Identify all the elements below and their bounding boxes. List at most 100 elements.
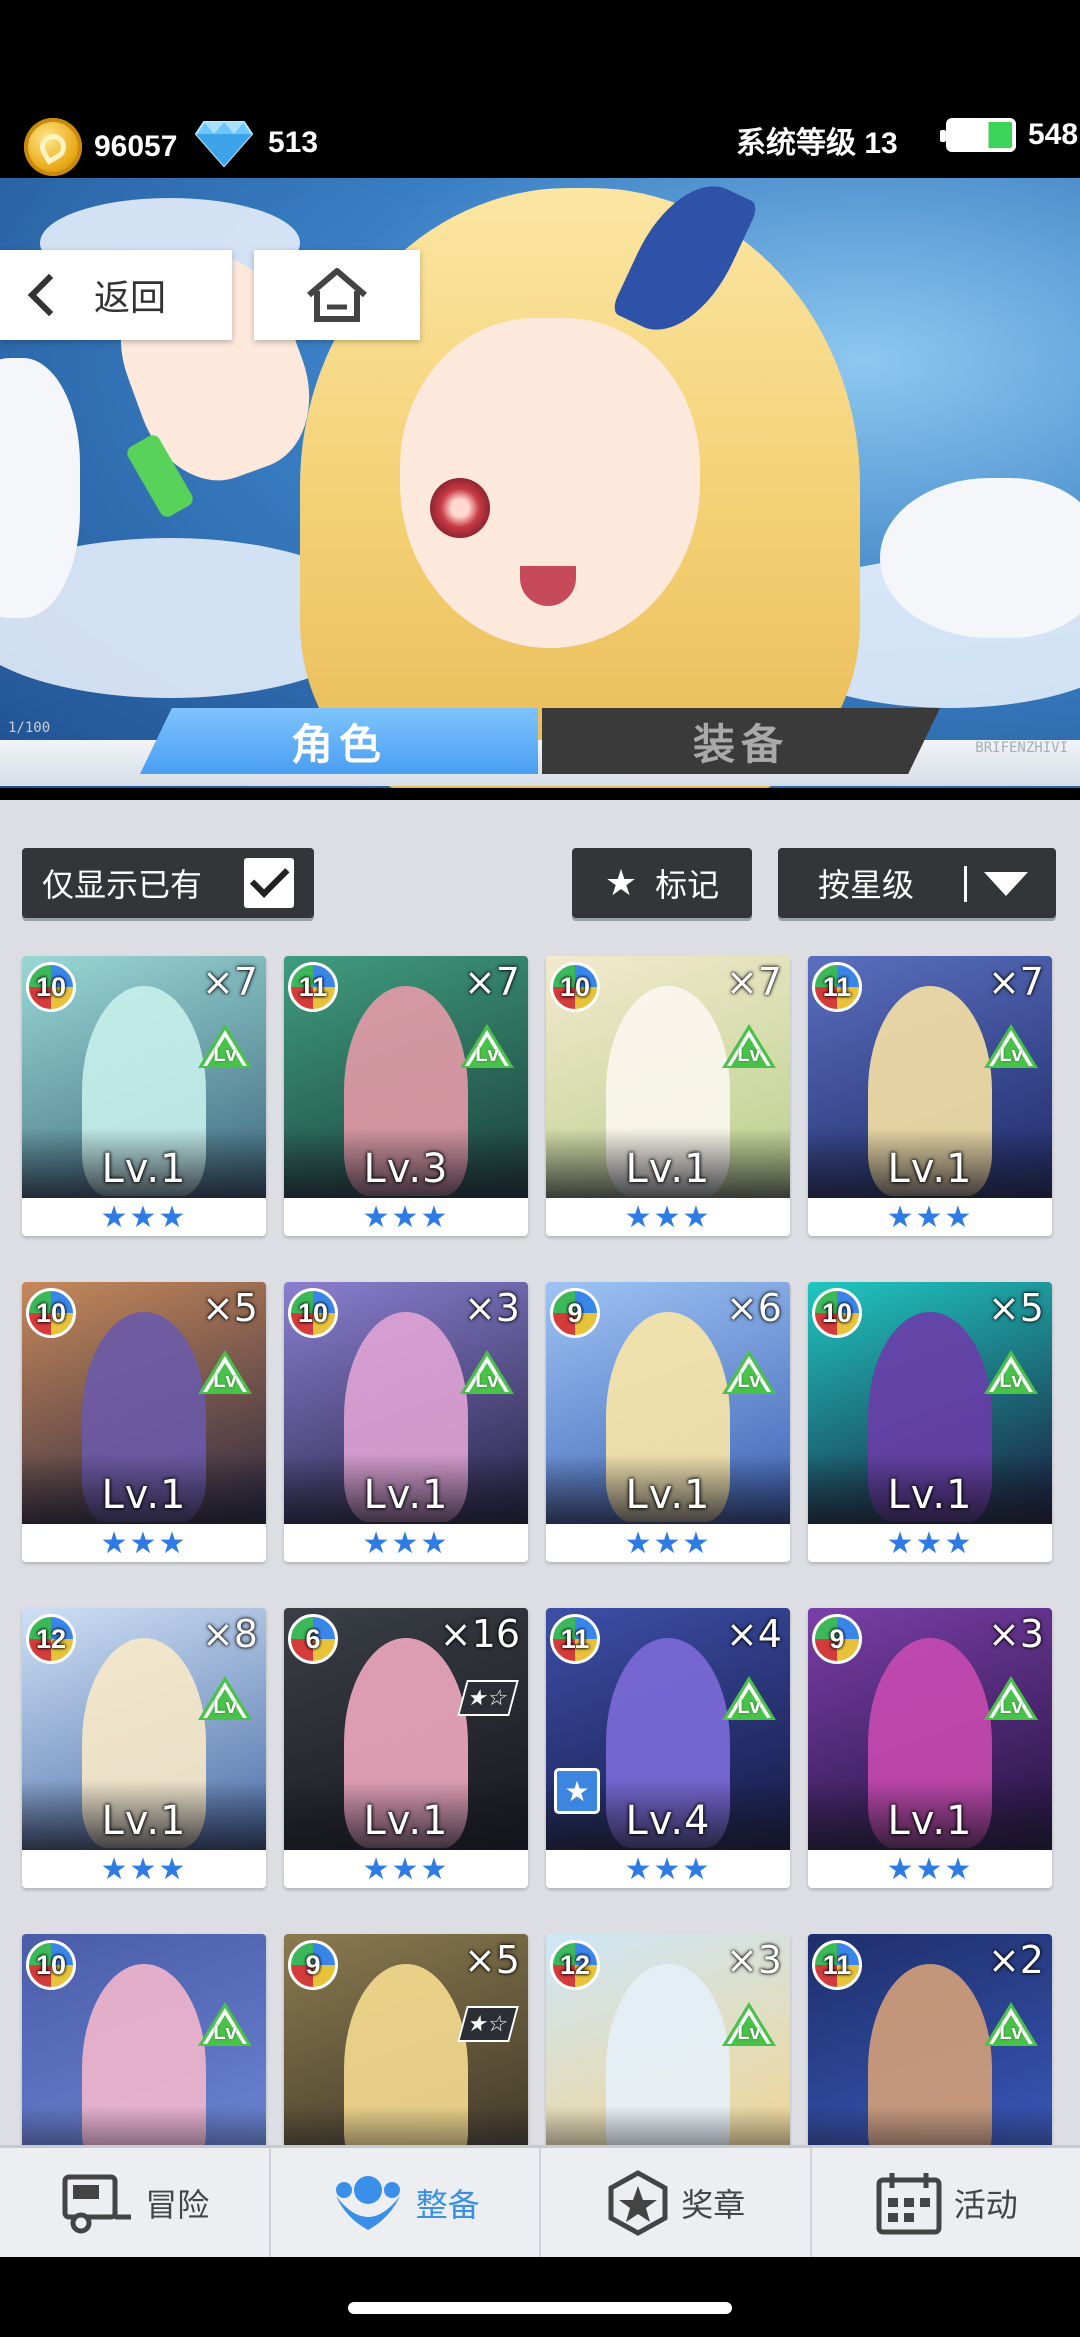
character-card[interactable]: 11 ×2 Lv (808, 1934, 1052, 2145)
character-card[interactable]: 10 ×3 Lv Lv.1 ★★★ (284, 1282, 528, 1562)
rarity-level-badge: 10 (288, 1288, 338, 1338)
nav-events[interactable]: 活动 (812, 2148, 1080, 2257)
gold-coin-icon (24, 118, 82, 176)
level-up-label: Lv (999, 1044, 1023, 1066)
character-card[interactable]: 9 ×5 ★☆ (284, 1934, 528, 2145)
portrait-shade (284, 2106, 528, 2145)
nav-outfit[interactable]: 整备 (271, 2148, 541, 2257)
rarity-level-badge: 10 (26, 962, 76, 1012)
character-card[interactable]: 11 ×7 Lv Lv.1 ★★★ (808, 956, 1052, 1236)
character-card[interactable]: 10 ×5 Lv Lv.1 ★★★ (22, 1282, 266, 1562)
level-up-icon[interactable]: Lv (460, 1350, 514, 1394)
level-up-label: Lv (213, 1696, 237, 1718)
home-indicator[interactable] (348, 2302, 732, 2314)
character-card[interactable]: 10 Lv (22, 1934, 266, 2145)
star-icon: ★ (604, 862, 638, 903)
star-rating: ★★★ (100, 1852, 188, 1886)
card-count: ×5 (463, 1938, 520, 1982)
mark-filter-button[interactable]: ★ 标记 (572, 848, 752, 918)
star-rating: ★★★ (362, 1200, 450, 1234)
status-bar: 96057 513 系统等级 13 548 (0, 0, 1080, 190)
level-up-icon[interactable]: Lv (198, 1024, 252, 1068)
card-count: ×3 (725, 1938, 782, 1982)
card-count: ×2 (987, 1938, 1044, 1982)
rarity-level-badge: 11 (550, 1614, 600, 1664)
character-level: Lv.3 (363, 1146, 449, 1192)
show-owned-toggle[interactable]: 仅显示已有 (22, 848, 314, 918)
gold-display[interactable]: 96057 (24, 118, 177, 176)
character-card[interactable]: 6 ×16 ★☆ Lv.1 ★★★ (284, 1608, 528, 1888)
back-button[interactable]: 返回 (0, 250, 232, 340)
character-card[interactable]: 11 ×4 Lv ★ Lv.4 ★★★ (546, 1608, 790, 1888)
character-card[interactable]: 10 ×7 Lv Lv.1 ★★★ (22, 956, 266, 1236)
show-owned-checkbox[interactable] (244, 858, 294, 908)
level-up-icon[interactable]: Lv (722, 2002, 776, 2046)
star-upgrade-icon[interactable]: ★☆ (457, 1680, 519, 1716)
level-up-icon[interactable]: Lv (722, 1676, 776, 1720)
rarity-level-badge: 11 (812, 1940, 862, 1990)
card-count: ×16 (439, 1612, 520, 1656)
system-level: 系统等级 13 (736, 127, 898, 160)
card-count: ×7 (463, 960, 520, 1004)
level-up-icon[interactable]: Lv (722, 1024, 776, 1068)
character-level: Lv.1 (363, 1472, 449, 1518)
character-level: Lv.1 (625, 1472, 711, 1518)
character-card[interactable]: 10 ×5 Lv Lv.1 ★★★ (808, 1282, 1052, 1562)
star-upgrade-icon[interactable]: ★☆ (457, 2006, 519, 2042)
rarity-level-badge: 9 (288, 1940, 338, 1990)
battery-icon (940, 118, 1016, 152)
character-card[interactable]: 9 ×3 Lv Lv.1 ★★★ (808, 1608, 1052, 1888)
character-eye (430, 478, 490, 538)
level-up-label: Lv (737, 1696, 761, 1718)
level-up-label: Lv (475, 1044, 499, 1066)
nav-medals[interactable]: 奖章 (541, 2148, 812, 2257)
level-up-label: Lv (737, 2022, 761, 2044)
character-list-panel: 仅显示已有 ★ 标记 按星级 10 ×7 Lv Lv.1 ★★★ 11 ×7 Lv Lv.3 ★★… (0, 800, 1080, 2145)
rarity-level-badge: 10 (550, 962, 600, 1012)
show-owned-label: 仅显示已有 (42, 867, 203, 903)
card-count: ×8 (201, 1612, 258, 1656)
card-count: ×7 (987, 960, 1044, 1004)
tab-equipment[interactable]: 装备 (542, 708, 940, 774)
mark-label: 标记 (655, 867, 720, 903)
stamina-display[interactable]: 548 (940, 118, 1078, 152)
character-card[interactable]: 12 ×3 Lv (546, 1934, 790, 2145)
level-up-icon[interactable]: Lv (198, 1676, 252, 1720)
card-count: ×5 (987, 1286, 1044, 1330)
gold-amount: 96057 (94, 130, 178, 163)
right-tag: BRIFENZHIVI (975, 740, 1068, 756)
character-card[interactable]: 9 ×6 Lv Lv.1 ★★★ (546, 1282, 790, 1562)
card-count: ×7 (725, 960, 782, 1004)
gem-display[interactable]: 513 (194, 118, 318, 168)
level-up-icon[interactable]: Lv (984, 2002, 1038, 2046)
character-level: Lv.1 (887, 1146, 973, 1192)
level-up-icon[interactable]: Lv (984, 1676, 1038, 1720)
level-up-icon[interactable]: Lv (984, 1024, 1038, 1068)
star-rating: ★★★ (362, 1526, 450, 1560)
rarity-level-badge: 12 (26, 1614, 76, 1664)
level-up-icon[interactable]: Lv (198, 2002, 252, 2046)
medal-icon (608, 2169, 668, 2236)
truck-icon (62, 2174, 132, 2233)
level-up-label: Lv (475, 1370, 499, 1392)
home-button[interactable] (254, 250, 420, 340)
nav-adventure[interactable]: 冒险 (0, 2148, 271, 2257)
sort-label: 按星级 (818, 867, 915, 903)
level-up-icon[interactable]: Lv (722, 1350, 776, 1394)
character-card[interactable]: 10 ×7 Lv Lv.1 ★★★ (546, 956, 790, 1236)
portrait-shade (22, 2106, 266, 2145)
star-rating: ★★★ (624, 1200, 712, 1234)
sort-dropdown[interactable]: 按星级 (778, 848, 1056, 918)
rarity-level-badge: 10 (26, 1940, 76, 1990)
card-count: ×3 (463, 1286, 520, 1330)
level-up-icon[interactable]: Lv (460, 1024, 514, 1068)
level-up-label: Lv (737, 1370, 761, 1392)
level-up-icon[interactable]: Lv (198, 1350, 252, 1394)
tab-characters[interactable]: 角色 (140, 708, 538, 774)
level-up-icon[interactable]: Lv (984, 1350, 1038, 1394)
level-up-label: Lv (213, 1044, 237, 1066)
portrait-shade (546, 2106, 790, 2145)
character-card[interactable]: 12 ×8 Lv Lv.1 ★★★ (22, 1608, 266, 1888)
character-card[interactable]: 11 ×7 Lv Lv.3 ★★★ (284, 956, 528, 1236)
star-rating: ★★★ (886, 1852, 974, 1886)
